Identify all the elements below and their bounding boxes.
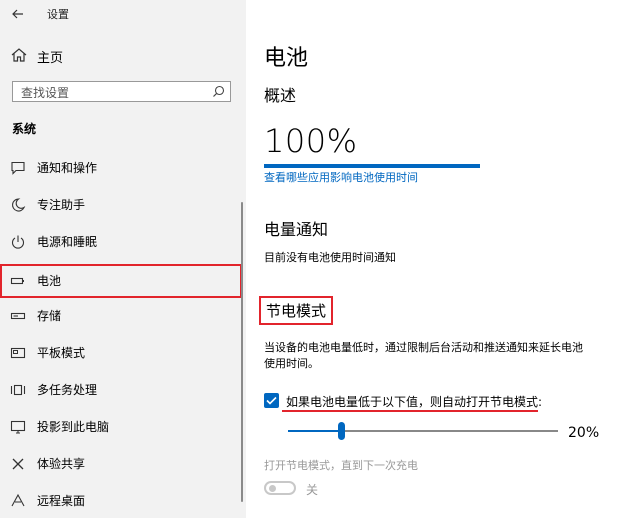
search-placeholder: 查找设置: [21, 86, 70, 100]
sidebar-item-label: 体验共享: [37, 457, 86, 471]
notification-text: 目前没有电池使用时间通知: [264, 251, 396, 264]
search-icon[interactable]: [212, 85, 225, 98]
toggle-state-label: 关: [306, 483, 319, 497]
battery-saver-toggle[interactable]: [264, 481, 296, 495]
title-bar: 设置: [0, 0, 246, 28]
saver-threshold-slider[interactable]: [288, 420, 558, 442]
page-title: 电池: [264, 46, 309, 71]
moon-icon: [12, 198, 26, 212]
window-title: 设置: [47, 8, 69, 21]
battery-level-fill: [264, 164, 480, 168]
slider-value: 20%: [568, 425, 600, 441]
app-usage-link[interactable]: 查看哪些应用影响电池使用时间: [264, 169, 418, 185]
tablet-icon: [10, 347, 26, 359]
sidebar-item-multitasking[interactable]: 多任务处理: [0, 373, 240, 407]
notification-icon: [11, 161, 25, 175]
section-title: 系统: [12, 122, 37, 136]
sidebar-item-project[interactable]: 投影到此电脑: [0, 410, 240, 444]
sidebar: 设置 主页 查找设置 系统 通知和操作 专注助手 电源和睡眠 电池 存储 平板模…: [0, 0, 246, 518]
overview-heading: 概述: [264, 86, 297, 105]
sidebar-item-label: 存储: [37, 309, 62, 323]
battery-saver-description-line2: 使用时间。: [264, 357, 319, 370]
sidebar-item-label: 平板模式: [37, 346, 86, 360]
storage-icon: [10, 312, 26, 320]
share-icon: [12, 458, 24, 470]
multitask-icon: [10, 384, 26, 396]
sidebar-item-label: 投影到此电脑: [37, 420, 110, 434]
toggle-knob: [269, 485, 276, 492]
slider-track-filled: [288, 430, 342, 432]
back-arrow-icon: [12, 9, 23, 19]
battery-icon: [10, 277, 24, 285]
sidebar-item-label: 远程桌面: [37, 494, 86, 508]
slider-track-empty: [342, 430, 558, 432]
sidebar-item-label: 多任务处理: [37, 383, 98, 397]
sidebar-item-label: 专注助手: [37, 198, 86, 212]
home-button[interactable]: 主页: [10, 44, 230, 68]
battery-percentage: 100%: [264, 122, 358, 160]
back-button[interactable]: [8, 4, 28, 24]
battery-level-bar: [264, 164, 480, 168]
battery-saver-heading: 节电模式: [259, 296, 334, 325]
remote-desktop-icon: [11, 493, 25, 507]
saver-toggle-heading: 打开节电模式，直到下一次充电: [264, 459, 418, 472]
auto-saver-checkbox-label: 如果电池电量低于以下值，则自动打开节电模式:: [286, 395, 543, 409]
battery-saver-description-line1: 当设备的电池电量低时，通过限制后台活动和推送通知来延长电池: [264, 341, 583, 354]
sidebar-item-label: 电池: [37, 274, 62, 288]
project-icon: [10, 420, 26, 434]
sidebar-item-battery[interactable]: 电池: [0, 264, 242, 298]
sidebar-item-remote-desktop[interactable]: 远程桌面: [0, 484, 240, 518]
home-icon: [11, 48, 27, 62]
sidebar-item-tablet-mode[interactable]: 平板模式: [0, 336, 240, 370]
sidebar-item-power-sleep[interactable]: 电源和睡眠: [0, 225, 240, 259]
slider-thumb[interactable]: [338, 422, 345, 440]
sidebar-item-focus-assist[interactable]: 专注助手: [0, 188, 240, 222]
auto-saver-checkbox[interactable]: [264, 393, 279, 408]
sidebar-item-notifications[interactable]: 通知和操作: [0, 151, 240, 185]
power-icon: [11, 235, 25, 249]
search-input[interactable]: 查找设置: [12, 81, 231, 102]
home-label: 主页: [37, 51, 64, 66]
notification-heading: 电量通知: [264, 220, 329, 239]
main-panel: 电池 概述 100% 查看哪些应用影响电池使用时间 电量通知 目前没有电池使用时…: [246, 0, 640, 518]
sidebar-item-label: 电源和睡眠: [37, 235, 98, 249]
sidebar-item-label: 通知和操作: [37, 161, 98, 175]
sidebar-item-storage[interactable]: 存储: [0, 299, 240, 333]
highlight-underline: [282, 410, 538, 412]
checkmark-icon: [266, 396, 277, 405]
sidebar-scrollbar[interactable]: [241, 202, 243, 502]
sidebar-item-shared-experiences[interactable]: 体验共享: [0, 447, 240, 481]
